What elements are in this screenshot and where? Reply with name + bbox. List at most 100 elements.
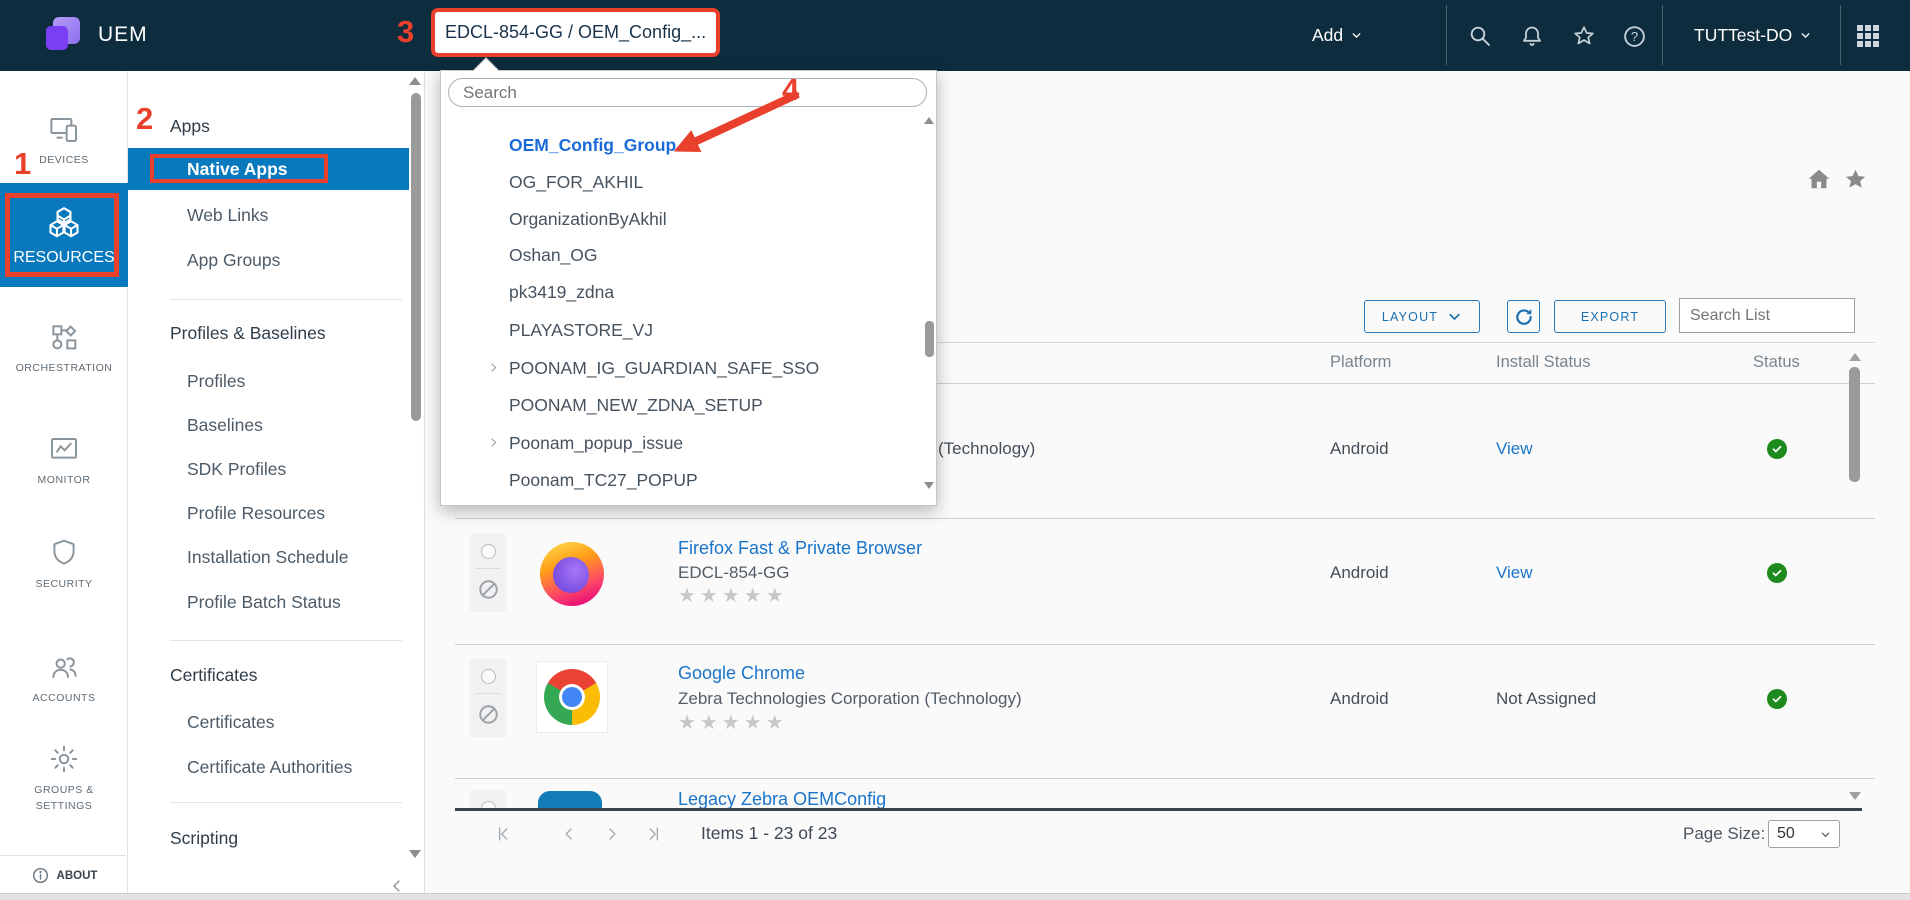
block-icon[interactable]	[477, 578, 500, 601]
column-header-platform[interactable]: Platform	[1330, 353, 1391, 372]
nav-item-sdk-profiles[interactable]: SDK Profiles	[187, 458, 286, 480]
app-publisher-fragment: (Technology)	[938, 439, 1036, 458]
chevron-right-icon[interactable]	[487, 361, 500, 374]
install-status-view-link[interactable]: View	[1496, 438, 1533, 460]
og-selector[interactable]: EDCL-854-GG / OEM_Config_...	[431, 8, 720, 57]
cell-divider	[475, 693, 501, 694]
caret-down-icon	[1352, 33, 1361, 39]
page-size-select[interactable]: 50	[1768, 820, 1840, 848]
nav-item-web-links[interactable]: Web Links	[187, 204, 268, 226]
dropdown-scrollbar-thumb[interactable]	[925, 321, 934, 357]
account-menu[interactable]: TUTTest-DO	[1694, 25, 1812, 46]
app-launcher-icon[interactable]	[1857, 25, 1879, 47]
app-name-link[interactable]: Firefox Fast & Private Browser	[678, 537, 922, 559]
panel-scrollbar-thumb[interactable]	[411, 93, 421, 421]
sidebar-item-label: MONITOR	[37, 474, 91, 486]
account-name: TUTTest-DO	[1694, 25, 1793, 45]
platform-cell: Android	[1330, 563, 1389, 582]
row-radio[interactable]	[480, 544, 496, 559]
table-scrollbar-thumb[interactable]	[1849, 367, 1860, 482]
annotation-arrow	[673, 90, 800, 152]
chevron-right-icon[interactable]	[487, 436, 500, 449]
sidebar-item-orchestration[interactable]: ORCHESTRATION	[0, 321, 128, 377]
table-scroll-up-icon[interactable]	[1849, 353, 1861, 361]
og-item[interactable]: OrganizationByAkhil	[509, 207, 667, 231]
first-page-icon[interactable]	[493, 824, 513, 844]
nav-item-baselines[interactable]: Baselines	[187, 414, 263, 436]
column-header-install-status[interactable]: Install Status	[1496, 353, 1590, 372]
annotation-number-3: 3	[397, 14, 415, 49]
header-divider	[1446, 5, 1447, 65]
nav-section-certificates: Certificates	[170, 665, 258, 685]
og-item[interactable]: OG_FOR_AKHIL	[509, 170, 643, 194]
nav-item-profile-batch-status[interactable]: Profile Batch Status	[187, 591, 341, 613]
next-page-icon[interactable]	[602, 824, 622, 844]
sidebar-item-groups-settings[interactable]: GROUPS & SETTINGS	[0, 743, 128, 815]
layout-button[interactable]: LAYOUT	[1364, 300, 1480, 333]
panel-scroll-down-icon[interactable]	[409, 850, 421, 858]
favorite-star-icon[interactable]	[1843, 167, 1868, 192]
sidebar-item-label: SECURITY	[35, 578, 93, 590]
annotation-box-resources	[5, 193, 119, 277]
install-status-view-link[interactable]: View	[1496, 562, 1533, 584]
nav-item-profiles[interactable]: Profiles	[187, 370, 245, 392]
column-header-status[interactable]: Status	[1753, 353, 1800, 372]
nav-item-profile-resources[interactable]: Profile Resources	[187, 502, 325, 524]
favorites-star-icon[interactable]	[1572, 24, 1596, 48]
row-select-cell[interactable]	[470, 533, 506, 612]
chrome-icon	[537, 662, 607, 732]
nav-item-certificates[interactable]: Certificates	[187, 711, 275, 733]
accounts-people-icon	[52, 657, 77, 678]
nav-divider	[170, 640, 402, 641]
sidebar-item-security[interactable]: SECURITY	[0, 537, 128, 593]
search-list-input[interactable]	[1679, 298, 1855, 333]
search-icon[interactable]	[1468, 24, 1492, 48]
nav-item-app-groups[interactable]: App Groups	[187, 249, 280, 271]
og-item[interactable]: Poonam_TC27_POPUP	[509, 468, 698, 492]
uem-logo-icon	[46, 17, 82, 53]
prev-page-icon[interactable]	[559, 824, 579, 844]
app-name-link[interactable]: Google Chrome	[678, 662, 805, 684]
sidebar-item-monitor[interactable]: MONITOR	[0, 433, 128, 489]
settings-gear-icon	[50, 745, 78, 773]
og-item[interactable]: Oshan_OG	[509, 243, 598, 267]
og-item[interactable]: PLAYASTORE_VJ	[509, 318, 653, 342]
devices-icon	[50, 118, 77, 142]
nav-item-certificate-authorities[interactable]: Certificate Authorities	[187, 756, 352, 778]
platform-cell: Android	[1330, 439, 1389, 458]
og-item-expandable[interactable]: Poonam_popup_issue	[509, 431, 683, 455]
nav-item-installation-schedule[interactable]: Installation Schedule	[187, 546, 349, 568]
bell-icon[interactable]	[1520, 24, 1544, 48]
caret-down-icon	[1801, 33, 1810, 39]
row-divider	[455, 644, 1875, 645]
row-divider	[455, 518, 1875, 519]
help-icon[interactable]: ?	[1622, 24, 1647, 49]
sidebar-item-accounts[interactable]: ACCOUNTS	[0, 651, 128, 707]
app-name-link[interactable]: Legacy Zebra OEMConfig	[678, 788, 886, 810]
dropdown-scroll-down-icon[interactable]	[924, 482, 934, 489]
export-button[interactable]: EXPORT	[1554, 300, 1666, 333]
main-sidebar: DEVICES RESOURCES ORCHESTRATION MONITOR …	[0, 71, 128, 900]
sidebar-item-about[interactable]: ABOUT	[0, 866, 128, 885]
refresh-button[interactable]	[1507, 300, 1540, 333]
product-name: UEM	[98, 23, 148, 46]
export-button-label: EXPORT	[1580, 309, 1640, 324]
orchestration-icon	[52, 325, 77, 350]
rating-stars: ★★★★★	[678, 585, 788, 607]
panel-scroll-up-icon[interactable]	[409, 77, 421, 85]
dropdown-scroll-up-icon[interactable]	[924, 117, 934, 124]
og-item-oem-config-group[interactable]: OEM_Config_Group	[509, 133, 676, 157]
table-scroll-down-icon[interactable]	[1849, 792, 1861, 800]
home-icon[interactable]	[1806, 166, 1832, 192]
og-item[interactable]: pk3419_zdna	[509, 280, 614, 304]
block-icon[interactable]	[477, 703, 500, 726]
last-page-icon[interactable]	[644, 824, 664, 844]
platform-cell: Android	[1330, 689, 1389, 708]
og-item-expandable[interactable]: POONAM_IG_GUARDIAN_SAFE_SSO	[509, 356, 819, 380]
row-radio[interactable]	[480, 669, 496, 684]
row-select-cell[interactable]	[470, 658, 506, 737]
sidebar-item-label: GROUPS & SETTINGS	[34, 784, 94, 812]
add-menu[interactable]: Add	[1312, 25, 1363, 46]
og-item[interactable]: POONAM_NEW_ZDNA_SETUP	[509, 393, 763, 417]
status-check-icon	[1767, 689, 1787, 709]
